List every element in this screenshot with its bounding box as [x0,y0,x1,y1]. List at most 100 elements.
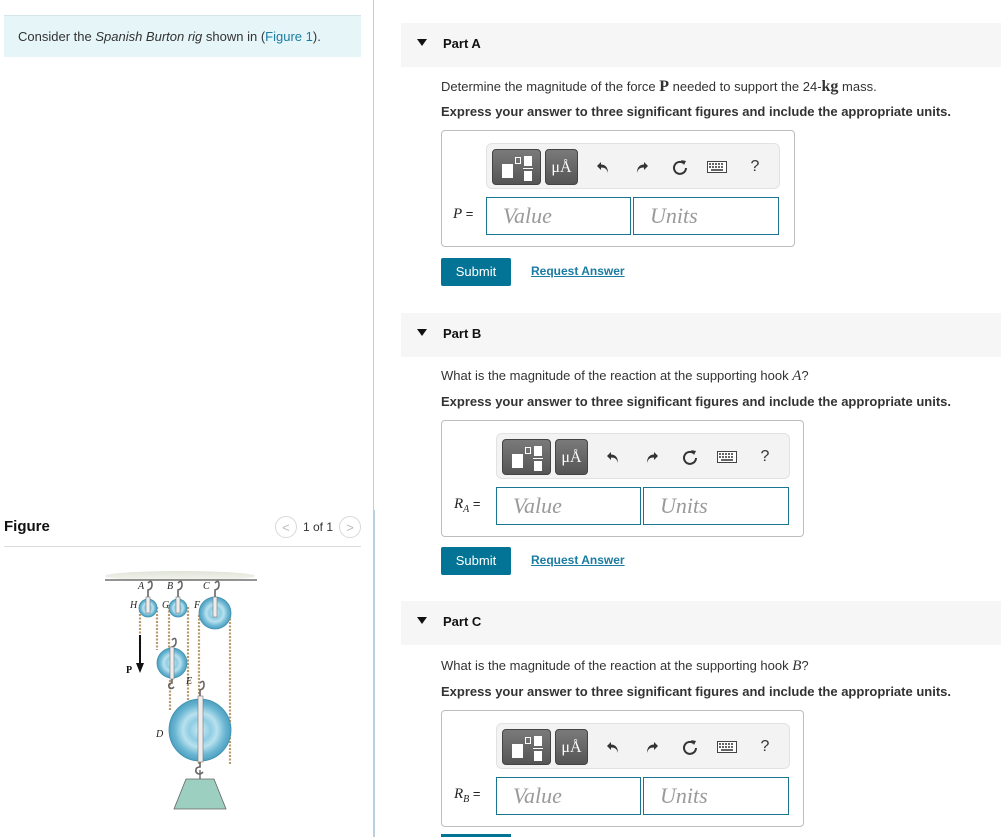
part-a-submit-button[interactable]: Submit [441,258,511,286]
pulley-figure: P A B C H G F E D [100,565,270,837]
question-text: ? [801,658,809,673]
part-c-units-input[interactable]: Units [643,777,789,815]
question-unit: kg [821,78,839,95]
part-c-header[interactable]: Part C [401,601,1001,645]
part-c-question: What is the magnitude of the reaction at… [441,658,809,675]
figure-header: Figure < 1 of 1 > [4,515,361,547]
next-figure-button[interactable]: > [339,516,361,538]
label-p: P [126,665,132,676]
part-a-header[interactable]: Part A [401,23,1001,67]
label-b: B [167,581,173,592]
undo-icon[interactable] [603,737,623,757]
template-button[interactable] [502,729,551,765]
label-d: D [155,729,164,740]
undo-icon[interactable] [603,447,623,467]
part-a-variable-label: P = [453,206,473,225]
keyboard-icon[interactable] [717,737,737,757]
label-g: G [162,600,169,611]
math-toolbar: μÅ ? [496,433,790,479]
chevron-left-icon: < [282,519,290,535]
figure-title: Figure [4,518,50,535]
variable-symbol: P [453,206,463,222]
part-b-header[interactable]: Part B [401,313,1001,357]
part-c-answer-box: μÅ ? RB = Value Units [441,710,804,827]
units-button[interactable]: μÅ [555,439,588,475]
part-b-value-input[interactable]: Value [496,487,641,525]
label-a: A [137,581,145,592]
equals-sign: = [462,206,474,221]
math-toolbar: μÅ ? [486,143,780,189]
label-e: E [185,676,192,687]
help-button[interactable]: ? [755,447,775,467]
redo-icon[interactable] [642,737,662,757]
intro-text: Consider the Spanish Burton rig shown in… [4,15,361,57]
part-a-request-answer-link[interactable]: Request Answer [531,264,625,278]
part-a-answer-box: μÅ ? P = Value Units [441,130,795,247]
part-b-submit-button[interactable]: Submit [441,547,511,575]
question-symbol: P [659,78,670,95]
question-text: ? [801,368,809,383]
part-a-units-input[interactable]: Units [633,197,779,235]
part-c-title: Part C [443,614,482,629]
part-b-title: Part B [443,326,482,341]
intro-middle: shown in ( [202,29,266,44]
reset-icon[interactable] [680,447,700,467]
variable-symbol: R [454,786,464,802]
reset-icon[interactable] [680,737,700,757]
part-c-value-input[interactable]: Value [496,777,641,815]
label-h: H [129,600,138,611]
collapse-triangle-icon[interactable] [417,39,427,46]
equals-sign: = [469,496,481,511]
part-b-units-input[interactable]: Units [643,487,789,525]
reset-icon[interactable] [670,157,690,177]
units-button[interactable]: μÅ [545,149,578,185]
part-a-title: Part A [443,36,481,51]
keyboard-icon[interactable] [717,447,737,467]
intro-prefix: Consider the [18,29,96,44]
part-a-question: Determine the magnitude of the force P n… [441,78,877,96]
collapse-triangle-icon[interactable] [417,329,427,336]
question-text: mass. [838,79,877,94]
units-button[interactable]: μÅ [555,729,588,765]
figure-link[interactable]: Figure 1 [265,29,313,44]
question-text: What is the magnitude of the reaction at… [441,368,793,383]
help-button[interactable]: ? [755,737,775,757]
part-b-variable-label: RA = [454,496,481,515]
question-symbol: A [792,368,802,384]
help-button[interactable]: ? [745,157,765,177]
label-f: F [193,600,201,611]
intro-italic: Spanish Burton rig [95,29,203,44]
right-pane: Part A Determine the magnitude of the fo… [401,0,1001,837]
variable-symbol: R [454,496,464,512]
collapse-triangle-icon[interactable] [417,617,427,624]
label-c: C [203,581,210,592]
question-text: What is the magnitude of the reaction at… [441,658,793,673]
prev-figure-button[interactable]: < [274,516,297,538]
part-b-question: What is the magnitude of the reaction at… [441,368,809,385]
left-pane: Consider the Spanish Burton rig shown in… [0,0,373,837]
question-text: Determine the magnitude of the force [441,79,660,94]
redo-icon[interactable] [642,447,662,467]
weight-block [173,778,227,810]
intro-suffix: ). [312,29,321,44]
part-a-value-input[interactable]: Value [486,197,631,235]
undo-icon[interactable] [593,157,613,177]
keyboard-icon[interactable] [707,157,727,177]
pulley-diagram: P A B C H G F E D [105,571,257,810]
part-b-answer-box: μÅ ? RA = Value Units [441,420,804,537]
template-button[interactable] [502,439,551,475]
part-c-variable-label: RB = [454,786,481,805]
question-symbol: B [792,658,802,674]
force-arrow-head [136,663,144,673]
chevron-right-icon: > [346,519,354,535]
equals-sign: = [469,786,481,801]
redo-icon[interactable] [632,157,652,177]
part-c-instruction: Express your answer to three significant… [441,684,951,699]
part-a-instruction: Express your answer to three significant… [441,104,951,119]
part-b-instruction: Express your answer to three significant… [441,394,951,409]
figure-page-indicator: 1 of 1 [302,520,333,534]
part-b-request-answer-link[interactable]: Request Answer [531,553,625,567]
template-button[interactable] [492,149,541,185]
question-text: needed to support the 24- [669,79,822,94]
figure-pager: < 1 of 1 > [274,515,361,539]
